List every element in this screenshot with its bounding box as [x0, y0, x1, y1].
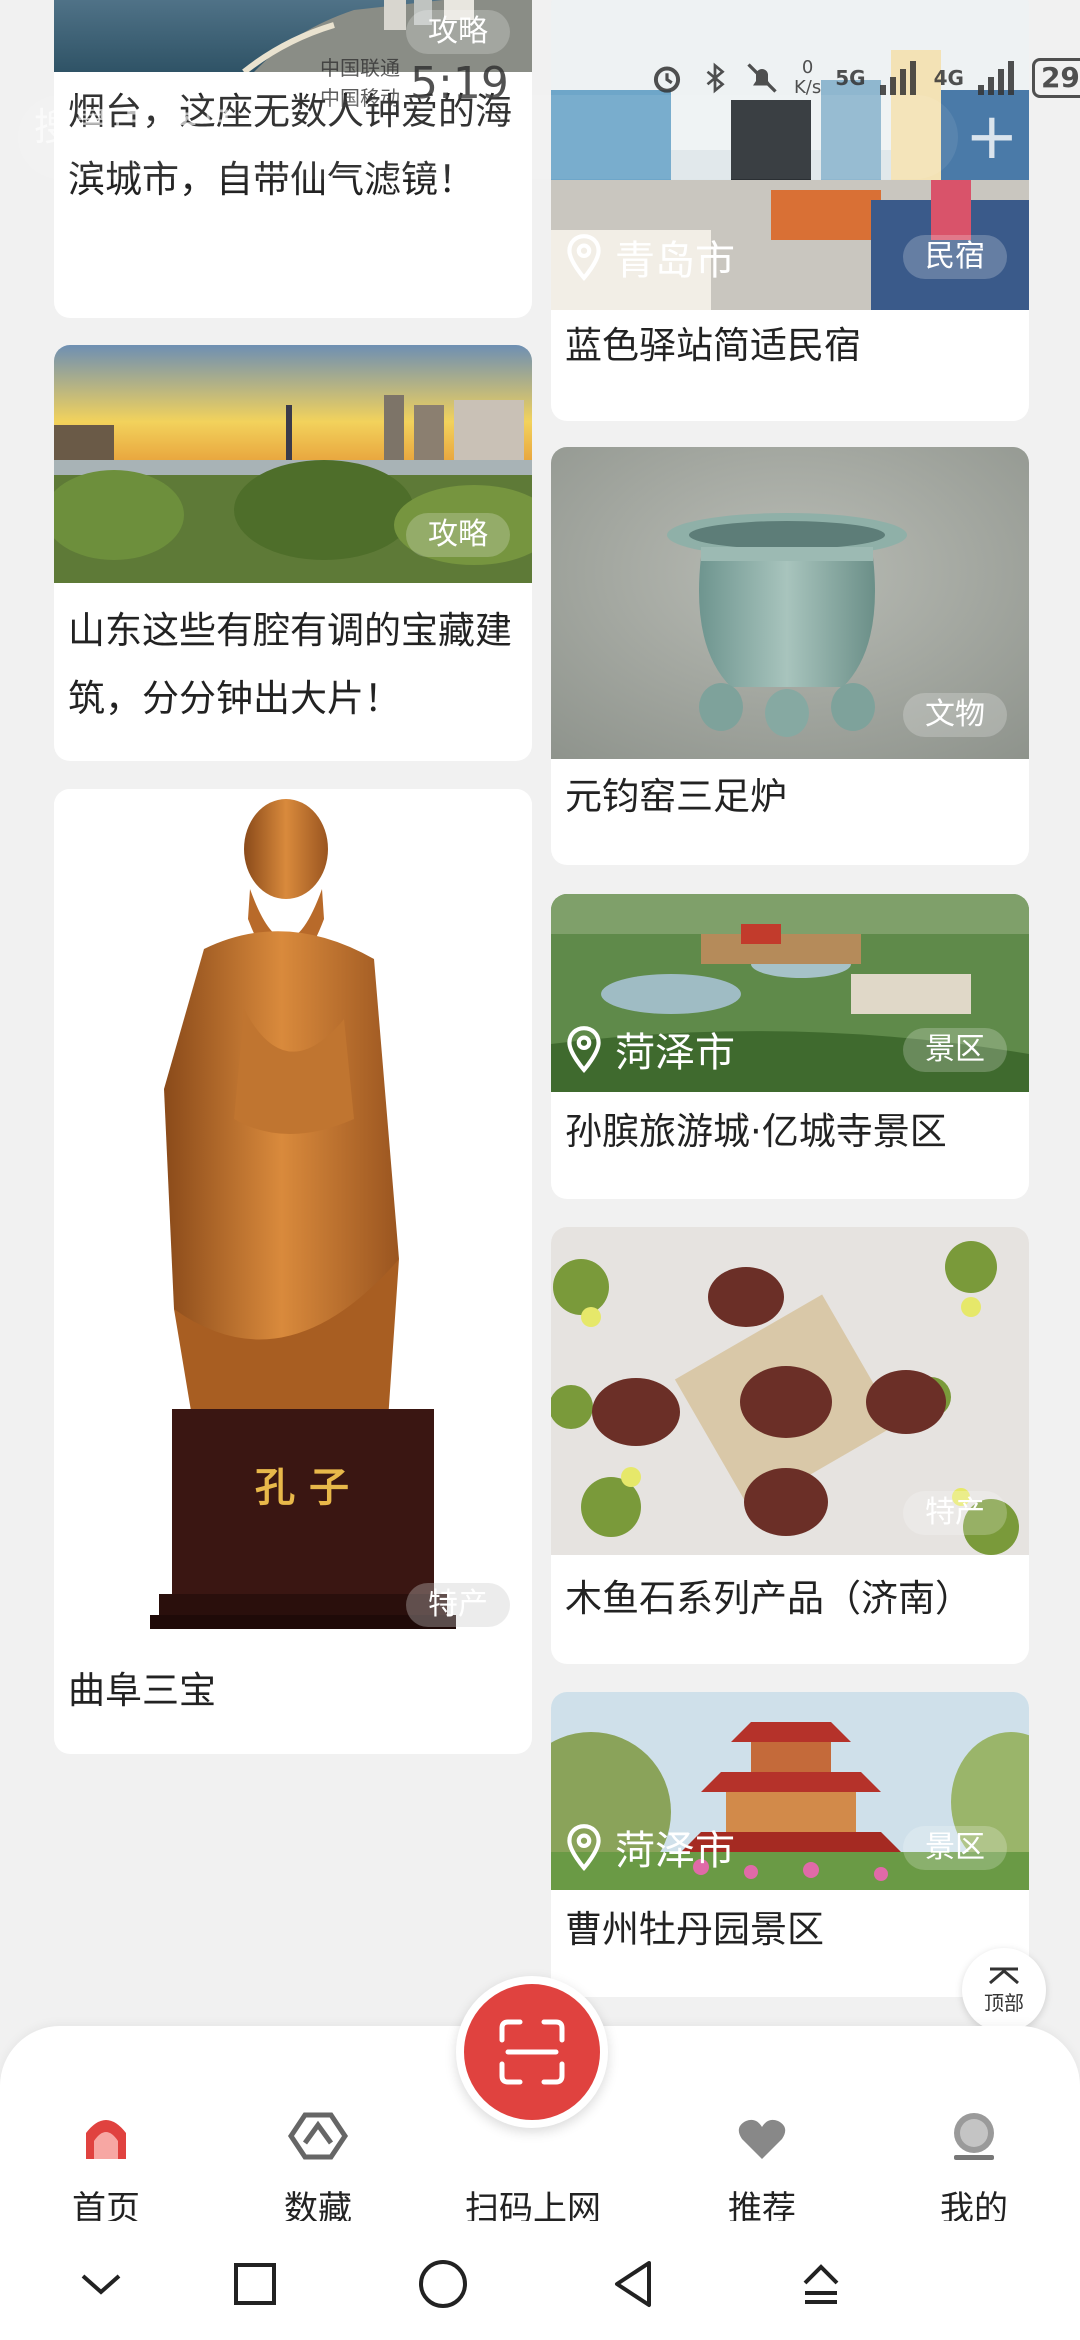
nav-back-button[interactable]: [598, 2249, 668, 2319]
network-type-1: 5G: [835, 66, 866, 90]
add-icon[interactable]: +: [965, 105, 1019, 169]
signal-icon: [977, 61, 1014, 95]
relic-card-jun-kiln[interactable]: 文物 元钧窑三足炉: [551, 447, 1029, 865]
scan-button[interactable]: [456, 1976, 608, 2128]
nav-keyboard-button[interactable]: [786, 2249, 856, 2319]
category-tag: 攻略: [406, 513, 510, 557]
card-title: 元钧窑三足炉: [565, 775, 787, 818]
carrier-label-1: 中国联通: [320, 56, 400, 80]
battery-indicator: 29: [1031, 58, 1080, 98]
location-label: 菏泽市: [559, 1818, 735, 1876]
category-tag: 景区: [903, 1826, 1007, 1870]
category-tag: 文物: [903, 693, 1007, 737]
home-icon: [86, 2120, 126, 2159]
product-card-muyu-stone[interactable]: 特产 木鱼石系列产品（济南）: [551, 1227, 1029, 1664]
card-title: 蓝色驿站简适民宿: [565, 324, 861, 367]
chevron-down-icon: [81, 2274, 121, 2295]
net-speed-value: 0: [801, 57, 814, 78]
digital-collection-icon: [287, 2112, 349, 2160]
network-type-2: 4G: [933, 66, 964, 90]
nav-recents-button[interactable]: [220, 2249, 290, 2319]
scenic-card-sunbin[interactable]: 菏泽市 景区 孙膑旅游城·亿城寺景区: [551, 894, 1029, 1199]
circle-icon: [419, 2260, 467, 2308]
triangle-back-icon: [615, 2261, 651, 2307]
alarm-icon: [653, 66, 681, 93]
tab-profile[interactable]: 我的: [894, 2026, 1054, 2230]
square-icon: [234, 2263, 276, 2305]
search-placeholder: 搜景点·产品: [34, 105, 237, 149]
nav-collapse-button[interactable]: [66, 2249, 136, 2319]
tab-recommend[interactable]: 推荐: [682, 2026, 842, 2230]
scan-icon: [499, 2019, 565, 2085]
location-pin-icon: [567, 234, 601, 281]
plaque-text: 孔 子: [255, 1464, 349, 1511]
mute-bell-icon: [747, 63, 777, 93]
tab-digital-collection[interactable]: 数藏: [238, 2026, 398, 2230]
card-image: 孔 子: [54, 789, 532, 1639]
category-tag: 景区: [903, 1028, 1007, 1072]
eject-icon: [803, 2264, 839, 2304]
category-tag: 特产: [903, 1491, 1007, 1535]
card-title: 孙膑旅游城·亿城寺景区: [565, 1110, 947, 1153]
location-label: 青岛市: [559, 228, 735, 286]
bluetooth-icon: [706, 62, 725, 94]
card-title: 木鱼石系列产品（济南）: [565, 1577, 972, 1620]
product-card-qufu[interactable]: 孔 子 特产 曲阜三宝: [54, 789, 532, 1754]
category-tag: 民宿: [903, 235, 1007, 279]
system-nav-bar: [0, 2221, 1080, 2340]
back-to-top-label: 顶部: [984, 1990, 1024, 2015]
card-title: 曹州牡丹园景区: [565, 1908, 824, 1951]
location-name: 青岛市: [615, 238, 735, 284]
location-pin-icon: [567, 1824, 601, 1871]
card-title: 曲阜三宝: [68, 1669, 216, 1712]
category-tag: 特产: [406, 1583, 510, 1627]
back-to-top-button[interactable]: 顶部: [962, 1948, 1046, 2032]
card-title: 山东这些有腔有调的宝藏建筑，分分钟出大片！: [68, 609, 512, 720]
location-name: 菏泽市: [615, 1828, 735, 1874]
location-name: 菏泽市: [615, 1030, 735, 1076]
profile-icon: [954, 2113, 994, 2160]
chevron-up-icon: [989, 1967, 1019, 1984]
scenic-card-peony-garden[interactable]: 菏泽市 景区 曹州牡丹园景区: [551, 1692, 1029, 1997]
tab-home[interactable]: 首页: [26, 2026, 186, 2230]
heart-icon: [738, 2119, 786, 2159]
nav-home-button[interactable]: [408, 2249, 478, 2319]
location-pin-icon: [567, 1026, 601, 1073]
guide-card-architecture[interactable]: 攻略 山东这些有腔有调的宝藏建筑，分分钟出大片！: [54, 345, 532, 761]
signal-icon: [879, 61, 916, 95]
status-icons: 0 K/s 5G 4G 29: [648, 58, 1080, 98]
location-label: 菏泽市: [559, 1020, 735, 1078]
category-tag: 攻略: [406, 10, 510, 54]
